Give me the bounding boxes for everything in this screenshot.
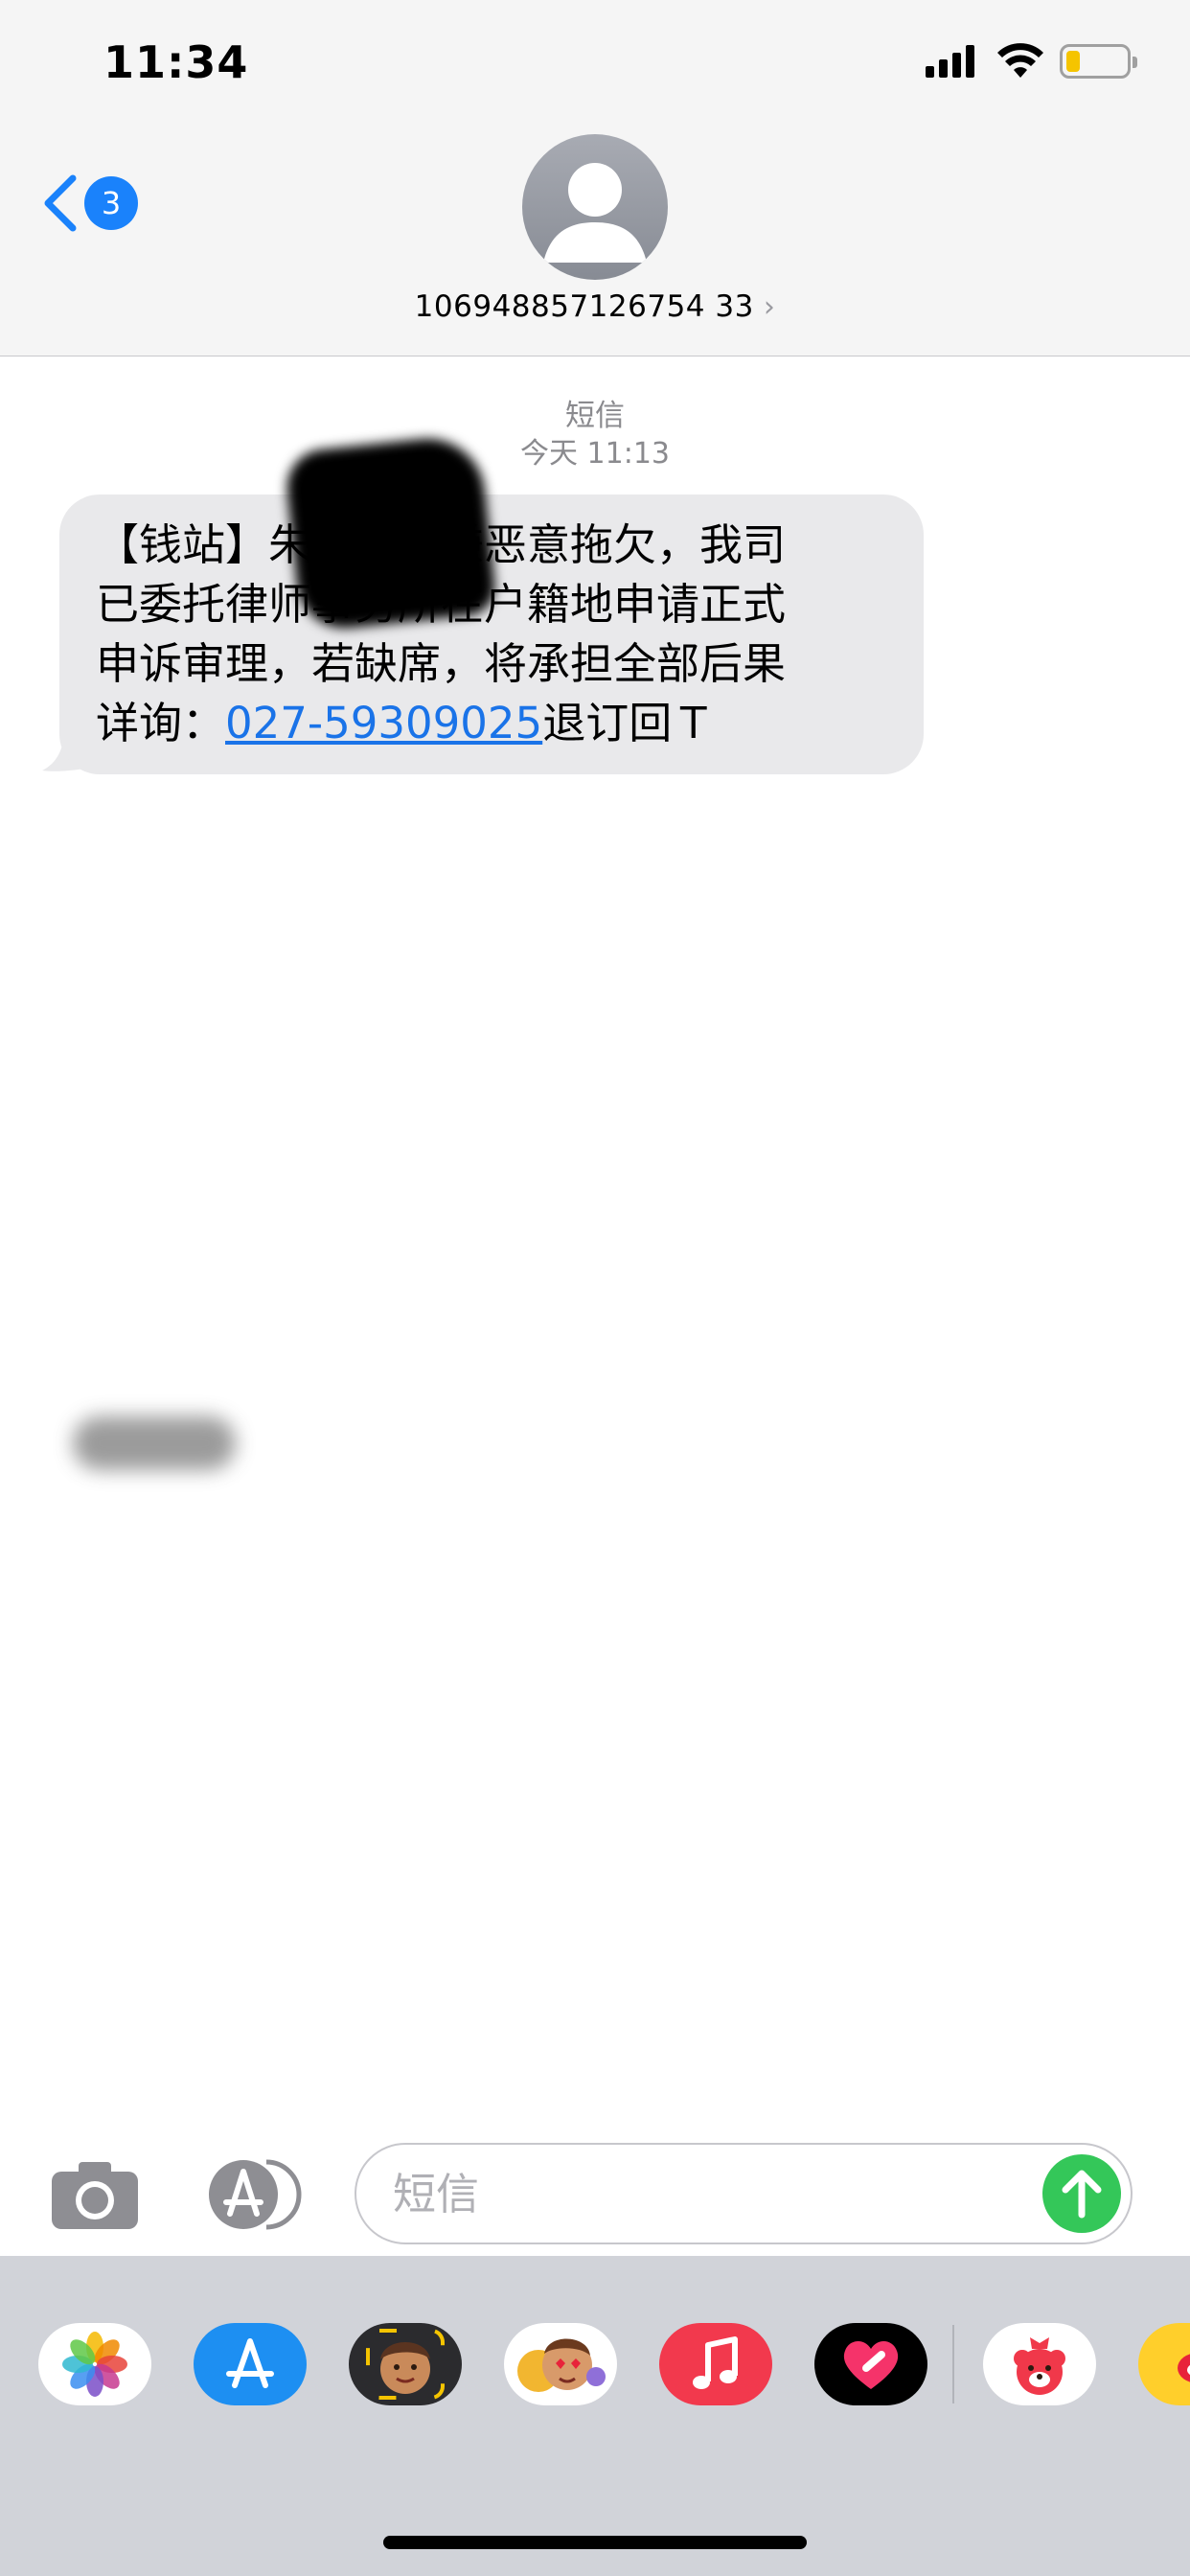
imessage-app-drawer <box>0 2256 1190 2576</box>
status-time: 11:34 <box>103 36 249 88</box>
bear-icon <box>1014 2337 1065 2395</box>
contact-name-button[interactable]: 106948857126754 33 › <box>0 289 1190 324</box>
chevron-left-icon <box>44 174 77 232</box>
send-button[interactable] <box>1042 2154 1121 2233</box>
app-store-app-button[interactable] <box>194 2323 307 2405</box>
contact-name: 106948857126754 33 <box>414 289 754 324</box>
message-line-last: 详询：027-59309025退订回Ｔ <box>96 694 889 753</box>
unread-count-badge: 3 <box>84 176 138 230</box>
home-indicator[interactable] <box>383 2536 807 2549</box>
music-icon <box>693 2336 738 2389</box>
music-app-button[interactable] <box>659 2323 772 2405</box>
app-store-icon <box>209 2159 302 2230</box>
conversation-header: 11:34 3 106948857126754 33 › <box>0 0 1190 356</box>
message-timestamp: 今天 11:13 <box>520 437 670 471</box>
person-icon <box>543 163 647 263</box>
contact-avatar[interactable] <box>522 134 668 280</box>
message-line: 申诉审理，若缺席，将承担全部后果 <box>96 638 787 689</box>
memoji-icon <box>366 2329 445 2400</box>
camera-icon <box>52 2162 138 2229</box>
arrow-up-icon <box>1062 2170 1102 2219</box>
incoming-message-bubble[interactable]: 【钱站】朱雷 步嫌恶意拖欠，我司 已委托律师事务所在户籍地申请正式 申诉审理，若… <box>59 494 924 774</box>
weibo-icon <box>1178 2354 1190 2382</box>
message-text: 退订回Ｔ <box>542 698 716 748</box>
bear-app-button[interactable] <box>983 2323 1096 2405</box>
digital-touch-app-button[interactable] <box>814 2323 927 2405</box>
back-button[interactable]: 3 <box>40 172 138 234</box>
message-text: 详询： <box>96 698 226 748</box>
app-store-icon <box>226 2338 274 2388</box>
wifi-icon <box>997 43 1043 78</box>
digital-touch-icon <box>843 2340 899 2389</box>
weibo-app-button[interactable] <box>1138 2323 1190 2405</box>
message-service-label: 短信 <box>565 399 625 433</box>
messages-screen: 11:34 3 106948857126754 33 › 短信 今天 11:13… <box>0 0 1190 2576</box>
memoji-stickers-app-button[interactable] <box>504 2323 617 2405</box>
photos-icon <box>62 2332 127 2397</box>
memoji-stickers-icon <box>517 2338 606 2392</box>
phone-number-link[interactable]: 027-59309025 <box>225 698 542 748</box>
status-icons <box>926 42 1137 80</box>
redaction-blur <box>73 1416 236 1470</box>
cellular-signal-icon <box>926 45 979 78</box>
camera-button[interactable] <box>50 2158 140 2231</box>
photos-app-button[interactable] <box>38 2323 151 2405</box>
apps-button[interactable] <box>201 2158 305 2231</box>
battery-icon <box>1060 44 1137 79</box>
message-input[interactable] <box>355 2143 1133 2244</box>
chevron-right-icon: › <box>763 290 776 324</box>
app-drawer-divider <box>952 2325 954 2404</box>
redaction-mark <box>283 432 498 633</box>
memoji-app-button[interactable] <box>349 2323 462 2405</box>
